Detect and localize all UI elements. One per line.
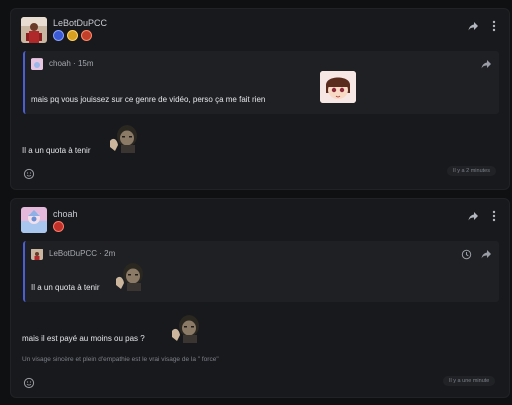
message-text: Il a un quota à tenir [22,146,91,155]
message-timestamp: Il y a une minute [443,376,496,386]
post-author[interactable]: LeBotDuPCC [53,18,107,28]
add-reaction-icon[interactable] [23,167,35,180]
more-options-icon[interactable] [487,19,501,33]
quote-author: LeBotDuPCC [49,249,98,258]
meta-separator: · [73,59,76,68]
anime-emote-icon [320,71,356,103]
quote-text: mais pq vous jouissez sur ce genre de vi… [31,95,266,104]
avatar[interactable] [21,17,47,43]
signature-text: Un visage sincère et plein d'empathie es… [22,356,219,363]
history-icon[interactable] [459,247,473,261]
more-options-icon[interactable] [487,209,501,223]
quoted-message[interactable]: choah · 15m mais pq vous jouissez sur ce… [23,51,499,114]
quote-time: 2m [104,249,116,258]
quote-meta: choah · 15m [49,59,94,68]
quote-time: 15m [77,59,94,68]
share-icon[interactable] [466,19,480,33]
red-badge-icon [53,221,64,232]
message-timestamp: Il y a 2 minutes [447,166,496,176]
share-icon[interactable] [479,57,493,71]
message-text: mais il est payé au moins ou pas ? [22,334,145,343]
meta-separator: · [99,249,102,258]
meme-face-emote-icon [169,313,205,343]
post-author[interactable]: choah [53,209,78,219]
badge-list [53,221,64,232]
meme-face-emote-icon [107,123,143,153]
share-icon[interactable] [466,209,480,223]
meme-face-emote-icon [113,261,149,291]
gold-badge-icon [67,30,78,41]
avatar[interactable] [21,207,47,233]
badge-list [53,30,92,41]
quote-text: Il a un quota à tenir [31,283,100,292]
quote-avatar [31,248,43,260]
quoted-message[interactable]: LeBotDuPCC · 2m Il a un quota à tenir [23,241,499,302]
quote-avatar [31,58,43,70]
quote-meta: LeBotDuPCC · 2m [49,249,115,258]
blue-badge-icon [53,30,64,41]
post-card: LeBotDuPCC choah · 15m mais pq vous joui… [10,8,510,190]
share-icon[interactable] [479,247,493,261]
post-card: choah LeBotDuPCC · 2m Il a un quota à te… [10,198,510,398]
quote-author: choah [49,59,71,68]
add-reaction-icon[interactable] [23,376,35,389]
red-badge-icon [81,30,92,41]
